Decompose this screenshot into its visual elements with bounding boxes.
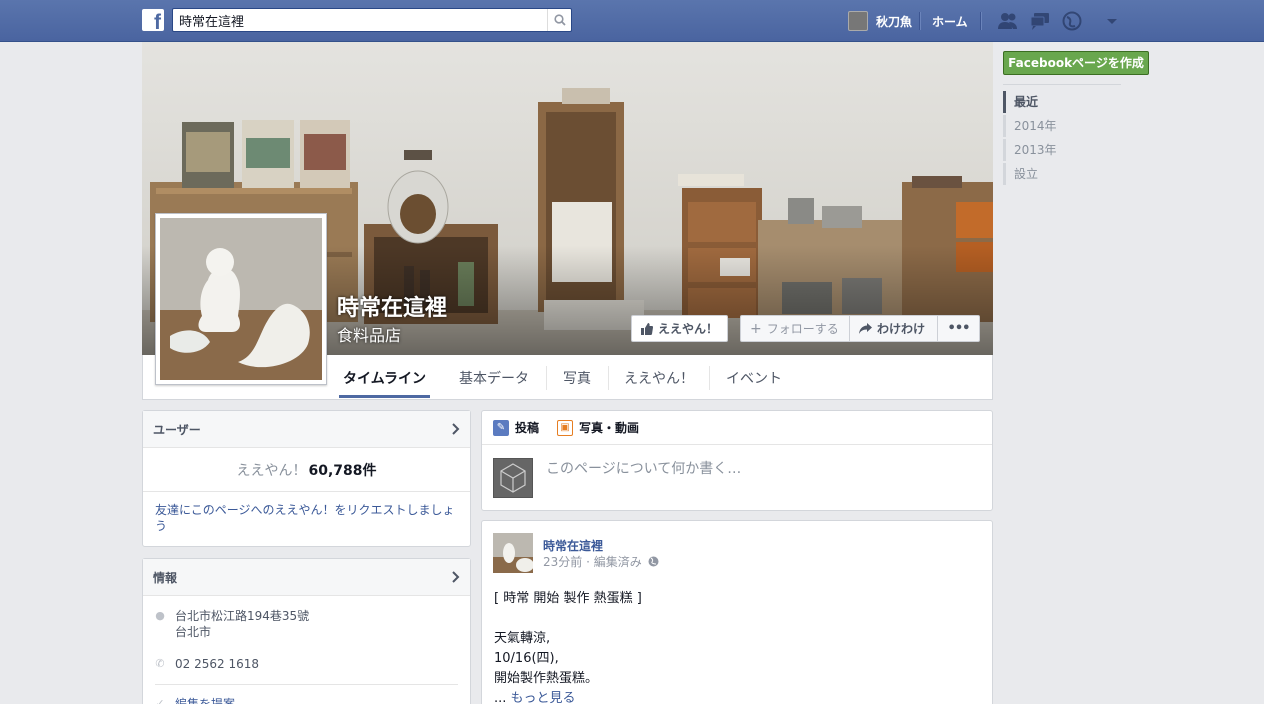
invite-friends-link[interactable]: 友達にこのページへのええやん！をリクエストしましょう	[143, 492, 470, 544]
search-icon	[553, 14, 566, 26]
pencil-icon: ✎	[493, 419, 509, 436]
likes-label: ええやん！	[236, 462, 307, 479]
home-label: ホーム	[932, 14, 968, 29]
nav-divider	[980, 12, 981, 30]
tab-likes[interactable]: ええやん！	[624, 368, 694, 388]
composer-tab-post[interactable]: ✎ 投稿	[493, 419, 539, 436]
likes-count: 60,788件	[308, 462, 377, 479]
composer-tab-photo[interactable]: ▣ 写真・動画	[557, 419, 639, 436]
chevron-right-icon	[452, 423, 460, 435]
follow-button[interactable]: + フォローする	[740, 315, 850, 342]
timeline-year-recent[interactable]: 最近	[1003, 91, 1103, 113]
composer-post-label: 投稿	[515, 421, 540, 435]
nav-divider	[919, 12, 920, 30]
timeline-year-2013[interactable]: 2013年	[1003, 139, 1103, 161]
search-input[interactable]	[173, 9, 543, 31]
photo-icon: ▣	[557, 419, 574, 436]
post-line: 天氣轉涼,	[494, 631, 551, 646]
page-title[interactable]: 時常在這裡	[337, 290, 447, 322]
timeline-post: 時常在這裡 23分前 · 編集済み [ 時常 開始 製作 熱蛋糕 ] 天氣轉涼,…	[481, 520, 993, 704]
timeline-year-2014[interactable]: 2014年	[1003, 115, 1103, 137]
post-author-avatar[interactable]	[493, 533, 533, 573]
tab-divider	[709, 366, 710, 390]
see-more-link[interactable]: もっと見る	[511, 691, 576, 704]
profile-image	[160, 218, 322, 380]
post-meta: 23分前 · 編集済み	[543, 553, 659, 570]
users-card-title: ユーザー	[153, 422, 201, 437]
info-card-header[interactable]: 情報	[143, 559, 470, 596]
phone-icon: ✆	[155, 657, 165, 670]
messages-icon[interactable]	[1029, 11, 1051, 31]
location-pin-icon: ●	[155, 609, 165, 622]
users-card: ユーザー ええやん！ 60,788件 友達にこのページへのええやん！をリクエスト…	[142, 410, 471, 547]
phone-row: ✆ 02 2562 1618	[155, 656, 259, 672]
composer: ✎ 投稿 ▣ 写真・動画 このページについて何か書く…	[481, 410, 993, 511]
page-category[interactable]: 食料品店	[337, 322, 401, 346]
phone-number: 02 2562 1618	[175, 657, 259, 671]
checkmark-icon: ✓	[155, 697, 165, 704]
post-line: 10/16(四),	[494, 651, 559, 666]
post-timestamp[interactable]: 23分前 · 編集済み	[543, 553, 642, 570]
info-divider	[155, 684, 458, 685]
like-page-button[interactable]: ええやん！	[631, 315, 729, 342]
sidebar-divider	[1003, 84, 1121, 85]
post-ellipsis: ...	[494, 691, 507, 704]
user-name-link[interactable]: 秋刀魚	[876, 13, 912, 30]
tab-divider	[608, 366, 609, 390]
address-line-2[interactable]: 台北市	[175, 624, 309, 640]
likes-count-row: ええやん！ 60,788件	[143, 448, 470, 492]
search-box[interactable]	[172, 8, 572, 32]
tab-about[interactable]: 基本データ	[459, 368, 529, 388]
suggest-edit-row[interactable]: ✓ 編集を提案	[155, 696, 235, 704]
search-button[interactable]	[547, 9, 571, 31]
profile-picture[interactable]	[155, 213, 327, 385]
facebook-logo-icon[interactable]: f	[142, 9, 164, 31]
globe-icon[interactable]	[648, 556, 659, 567]
composer-tabs: ✎ 投稿 ▣ 写真・動画	[482, 411, 992, 445]
like-button-label: ええやん！	[658, 322, 719, 336]
post-line: [ 時常 開始 製作 熱蛋糕 ]	[494, 591, 642, 606]
friends-icon[interactable]	[997, 11, 1019, 31]
users-card-header[interactable]: ユーザー	[143, 411, 470, 448]
top-bar: f 秋刀魚 ホーム	[0, 0, 1264, 42]
chevron-right-icon	[452, 571, 460, 583]
timeline-year-founded[interactable]: 設立	[1003, 163, 1103, 185]
post-body: [ 時常 開始 製作 熱蛋糕 ] 天氣轉涼, 10/16(四), 開始製作熱蛋糕…	[494, 589, 642, 704]
account-dropdown-icon[interactable]	[1105, 11, 1119, 31]
suggest-edit-link[interactable]: 編集を提案	[175, 696, 235, 704]
composer-avatar	[493, 458, 533, 498]
home-link[interactable]: ホーム	[932, 0, 968, 42]
composer-input[interactable]: このページについて何か書く…	[546, 458, 741, 478]
info-card: 情報 ● 台北市松江路194巷35號 台北市 ✆ 02 2562 1618 ✓ …	[142, 558, 471, 704]
plus-icon: +	[750, 320, 762, 337]
share-button[interactable]: わけわけ	[849, 315, 938, 342]
address-row: ● 台北市松江路194巷35號 台北市	[155, 608, 309, 640]
user-nav[interactable]: 秋刀魚	[848, 0, 912, 42]
post-line: 開始製作熱蛋糕。	[494, 671, 599, 686]
share-arrow-icon	[859, 323, 872, 334]
post-author-name[interactable]: 時常在這裡	[543, 537, 603, 554]
more-dots-icon: •••	[947, 321, 971, 336]
more-options-button[interactable]: •••	[937, 315, 980, 342]
follow-button-label: フォローする	[766, 322, 839, 336]
tab-divider	[546, 366, 547, 390]
tab-photos[interactable]: 写真	[563, 368, 591, 388]
address-line-1[interactable]: 台北市松江路194巷35號	[175, 608, 309, 624]
active-tab-indicator	[339, 395, 430, 398]
tab-events[interactable]: イベント	[726, 368, 782, 388]
notifications-icon[interactable]	[1061, 11, 1083, 31]
create-page-button[interactable]: Facebookページを作成	[1003, 51, 1149, 75]
tab-timeline[interactable]: タイムライン	[343, 368, 426, 388]
user-avatar[interactable]	[848, 11, 868, 31]
thumbs-up-icon	[641, 322, 653, 335]
info-card-title: 情報	[153, 570, 178, 585]
share-button-label: わけわけ	[877, 322, 926, 336]
composer-photo-label: 写真・動画	[579, 421, 640, 435]
